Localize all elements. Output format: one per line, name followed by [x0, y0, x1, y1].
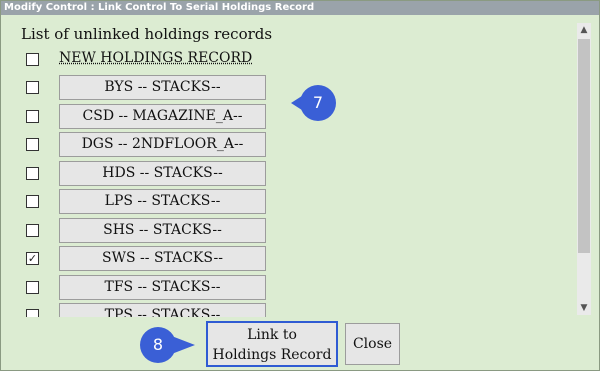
holdings-record-button[interactable]: LPS -- STACKS-- — [59, 189, 266, 214]
record-checkbox[interactable] — [26, 223, 39, 237]
holdings-record-button[interactable]: SHS -- STACKS-- — [59, 217, 266, 243]
checkbox-new-holdings[interactable] — [26, 53, 39, 66]
list-item: TFS -- STACKS-- — [1, 274, 561, 303]
holdings-list: NEW HOLDINGS RECORD BYS -- STACKS-- CSD -… — [1, 47, 571, 317]
chevron-down-icon[interactable]: ▼ — [577, 301, 591, 315]
new-holdings-link[interactable]: NEW HOLDINGS RECORD — [59, 50, 252, 66]
section-label: List of unlinked holdings records — [21, 25, 273, 43]
chevron-up-icon[interactable]: ▲ — [577, 23, 591, 37]
record-checkbox[interactable]: ✓ — [26, 252, 39, 265]
link-holdings-button[interactable]: Link to Holdings Record — [206, 321, 338, 367]
checkmark-icon: ✓ — [27, 252, 38, 265]
callout-7: 7 — [291, 84, 339, 122]
holdings-record-button[interactable]: CSD -- MAGAZINE_A-- — [59, 103, 266, 129]
callout-7-number: 7 — [312, 93, 324, 112]
record-checkbox[interactable] — [26, 81, 39, 94]
record-checkbox[interactable] — [26, 166, 39, 180]
list-item: HDS -- STACKS-- — [1, 160, 561, 189]
holdings-record-button[interactable]: SWS -- STACKS-- — [59, 246, 266, 271]
holdings-record-button[interactable]: HDS -- STACKS-- — [59, 160, 266, 186]
close-button[interactable]: Close — [345, 323, 400, 365]
callout-8: 8 — [139, 326, 195, 364]
list-item: DGS -- 2NDFLOOR_A-- — [1, 132, 561, 160]
record-checkbox[interactable] — [26, 309, 39, 317]
list-item: SHS -- STACKS-- — [1, 217, 561, 246]
holdings-record-button[interactable]: BYS -- STACKS-- — [59, 75, 266, 100]
list-item-new-holdings: NEW HOLDINGS RECORD — [1, 47, 561, 75]
list-item: LPS -- STACKS-- — [1, 189, 561, 217]
link-button-line2: Holdings Record — [212, 347, 332, 363]
list-item: CSD -- MAGAZINE_A-- — [1, 103, 561, 132]
list-item: TPS -- STACKS-- — [1, 303, 561, 317]
scrollbar[interactable]: ▲ ▼ — [577, 23, 591, 315]
scroll-thumb[interactable] — [578, 39, 590, 253]
holdings-record-button[interactable]: DGS -- 2NDFLOOR_A-- — [59, 132, 266, 157]
holdings-record-button[interactable]: TFS -- STACKS-- — [59, 274, 266, 300]
callout-8-number: 8 — [152, 335, 164, 354]
dialog-window: Modify Control : Link Control To Serial … — [0, 0, 600, 371]
link-button-line1: Link to — [247, 327, 297, 343]
record-checkbox[interactable] — [26, 138, 39, 151]
holdings-record-button[interactable]: TPS -- STACKS-- — [59, 303, 266, 317]
window-title: Modify Control : Link Control To Serial … — [1, 1, 599, 15]
list-item: ✓ SWS -- STACKS-- — [1, 246, 561, 274]
record-checkbox[interactable] — [26, 280, 39, 294]
record-checkbox[interactable] — [26, 109, 39, 123]
list-item: BYS -- STACKS-- — [1, 75, 561, 103]
record-checkbox[interactable] — [26, 195, 39, 208]
